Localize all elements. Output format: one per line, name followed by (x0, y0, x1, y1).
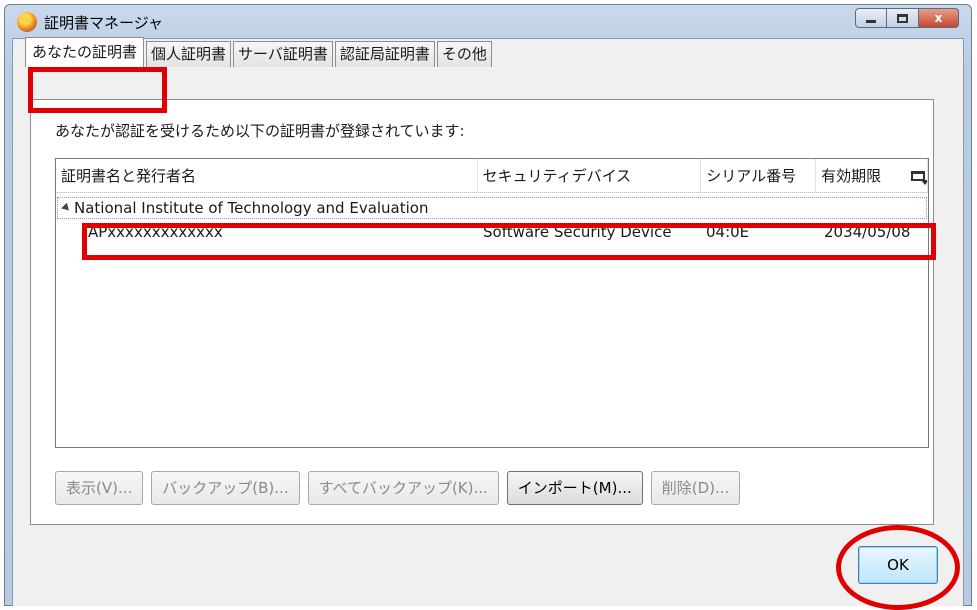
certificate-tree[interactable]: 証明書名と発行者名 セキュリティデバイス シリアル番号 有効期限 Nationa… (55, 158, 929, 448)
close-icon: x (934, 11, 943, 25)
ok-button[interactable]: OK (858, 546, 938, 584)
expand-triangle-icon[interactable] (61, 202, 72, 214)
maximize-button[interactable] (887, 8, 919, 28)
certificate-row[interactable]: APxxxxxxxxxxxxx Software Security Device… (56, 221, 926, 245)
firefox-icon (17, 12, 37, 32)
backup-button[interactable]: バックアップ(B)... (151, 471, 300, 505)
tree-group-row[interactable]: National Institute of Technology and Eva… (57, 197, 927, 219)
certificate-serial: 04:0E (706, 223, 750, 241)
column-header-name[interactable]: 証明書名と発行者名 (56, 159, 478, 193)
tab-panel: あなたが認証を受けるため以下の証明書が登録されています: 証明書名と発行者名 セ… (30, 99, 934, 525)
column-header-serial[interactable]: シリアル番号 (701, 159, 817, 193)
certificate-name: APxxxxxxxxxxxxx (88, 223, 223, 241)
intro-text: あなたが認証を受けるため以下の証明書が登録されています: (55, 122, 465, 140)
group-issuer-name: National Institute of Technology and Eva… (74, 199, 429, 217)
import-button[interactable]: インポート(M)... (506, 471, 643, 505)
window-controls: x (855, 8, 959, 28)
minimize-icon (866, 19, 876, 23)
column-header-expires[interactable]: 有効期限 (816, 159, 904, 193)
column-picker-icon (911, 171, 928, 185)
backup-all-button[interactable]: すべてバックアップ(K)... (307, 471, 499, 505)
delete-button[interactable]: 削除(D)... (650, 471, 741, 505)
certificate-device: Software Security Device (483, 223, 672, 241)
certificate-expires: 2034/05/08 (824, 223, 911, 241)
minimize-button[interactable] (855, 8, 887, 28)
tab-personal-certificates[interactable]: 個人証明書 (146, 41, 232, 67)
tab-your-certificates[interactable]: あなたの証明書 (25, 37, 145, 67)
close-button[interactable]: x (919, 8, 959, 28)
tab-others[interactable]: その他 (436, 41, 492, 67)
window-title: 証明書マネージャ (44, 13, 163, 32)
view-button[interactable]: 表示(V)... (55, 471, 144, 505)
certificate-actions: 表示(V)... バックアップ(B)... すべてバックアップ(K)... イン… (55, 471, 748, 505)
tab-authority-certificates[interactable]: 認証局証明書 (334, 41, 435, 67)
maximize-icon (897, 13, 908, 23)
tree-header: 証明書名と発行者名 セキュリティデバイス シリアル番号 有効期限 (56, 159, 928, 193)
title-bar[interactable]: 証明書マネージャ x (5, 5, 971, 39)
tab-strip: あなたの証明書 個人証明書 サーバ証明書 認証局証明書 その他 (25, 37, 494, 67)
tab-server-certificates[interactable]: サーバ証明書 (233, 41, 333, 67)
column-picker-button[interactable] (904, 159, 928, 193)
column-header-device[interactable]: セキュリティデバイス (478, 159, 702, 193)
